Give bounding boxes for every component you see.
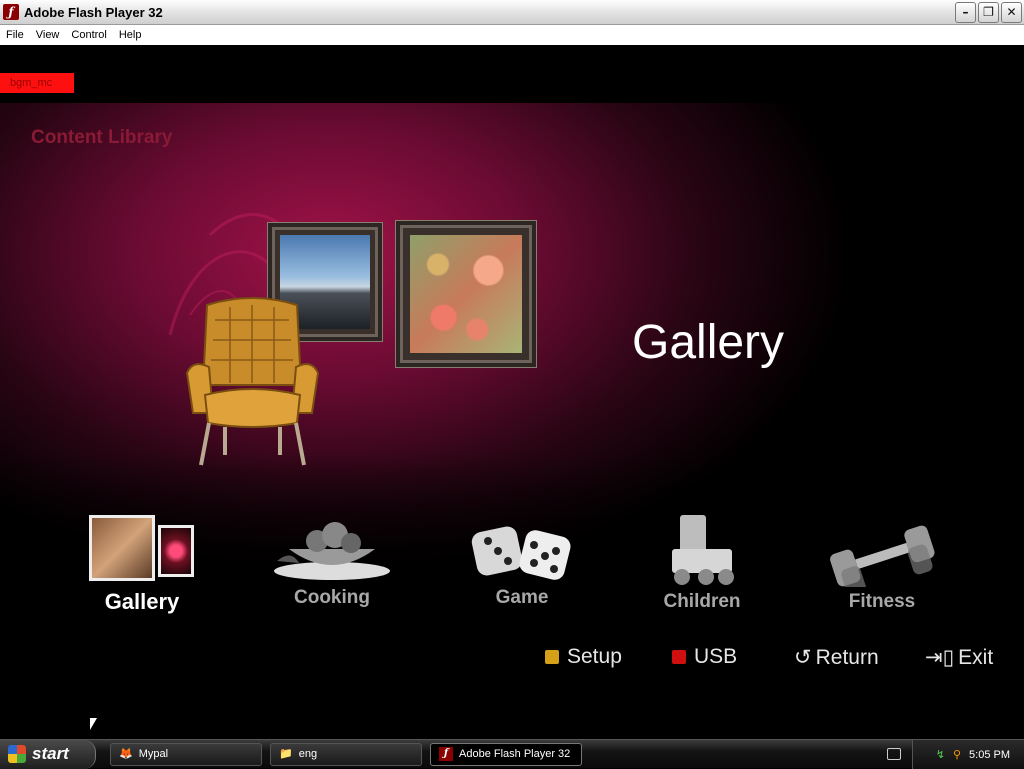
return-label: Return [815, 645, 879, 669]
mouse-cursor-icon [90, 718, 97, 730]
flash-content-area[interactable]: bgm_mc Content Library Gallery Gallery C… [0, 45, 1024, 739]
exit-button[interactable]: ⇥▯ Exit [925, 645, 993, 670]
menu-help[interactable]: Help [113, 29, 148, 41]
dumbbell-icon [830, 525, 935, 587]
start-button[interactable]: start [0, 739, 96, 769]
task-label: eng [298, 747, 318, 760]
usb-button[interactable]: USB [672, 645, 737, 669]
browser-icon: 🦊 [119, 747, 133, 760]
setup-label: Setup [567, 645, 622, 668]
menu-item-game[interactable]: Game [442, 523, 602, 609]
return-icon: ↺ [794, 646, 812, 669]
taskbar-item-mypal[interactable]: 🦊 Mypal [110, 742, 262, 766]
title-bar: ƒ Adobe Flash Player 32 – ❐ ✕ [0, 0, 1024, 25]
restore-button[interactable]: ❐ [978, 2, 999, 23]
task-label: Mypal [138, 747, 169, 760]
return-button[interactable]: ↺ Return [794, 645, 879, 670]
selected-category-title: Gallery [632, 316, 785, 369]
cooking-bowl-icon [274, 522, 390, 580]
keyboard-icon[interactable] [887, 748, 901, 760]
yellow-key-icon [545, 650, 559, 664]
dice-icon [471, 526, 571, 580]
menu-item-label: Gallery [104, 589, 180, 614]
menu-control[interactable]: Control [65, 29, 112, 41]
flash-app-icon: ƒ [439, 747, 453, 761]
minimize-button[interactable]: – [955, 2, 976, 23]
gallery-frames-icon [62, 515, 222, 585]
flowers-picture-frame [396, 221, 536, 367]
close-button[interactable]: ✕ [1001, 2, 1022, 23]
setup-button[interactable]: Setup [545, 645, 622, 669]
menu-item-label: Game [495, 587, 549, 608]
menu-item-cooking[interactable]: Cooking [252, 513, 412, 609]
exit-label: Exit [958, 645, 994, 669]
menu-file[interactable]: File [0, 29, 30, 41]
start-label: start [32, 744, 69, 763]
flash-app-icon: ƒ [3, 4, 19, 20]
network-icon[interactable]: ↯ [936, 748, 945, 761]
task-label: Adobe Flash Player 32 [459, 747, 571, 760]
windows-logo-icon [8, 745, 26, 763]
menu-item-gallery[interactable]: Gallery [62, 515, 222, 615]
toy-train-icon [672, 515, 734, 585]
red-key-icon [672, 650, 686, 664]
system-tray: ↯ ⚲ 5:05 PM [912, 740, 1024, 769]
taskbar-item-flash-player[interactable]: ƒ Adobe Flash Player 32 [430, 742, 582, 766]
exit-icon: ⇥▯ [925, 646, 955, 669]
usb-label: USB [694, 645, 738, 668]
menu-item-label: Fitness [848, 591, 916, 612]
menu-item-children[interactable]: Children [622, 511, 782, 613]
search-icon[interactable]: ⚲ [953, 748, 961, 761]
debug-label: bgm_mc [0, 73, 74, 93]
menu-bar: File View Control Help [0, 25, 1024, 45]
taskbar-item-eng[interactable]: 📁 eng [270, 742, 422, 766]
menu-item-fitness[interactable]: Fitness [802, 523, 962, 613]
menu-item-label: Children [663, 591, 741, 612]
window-title: Adobe Flash Player 32 [24, 4, 163, 20]
content-library-title: Content Library [31, 127, 173, 148]
taskbar: start 🦊 Mypal 📁 eng ƒ Adobe Flash Player… [0, 739, 1024, 769]
clock[interactable]: 5:05 PM [969, 749, 1010, 761]
armchair-illustration [185, 297, 320, 466]
menu-item-label: Cooking [294, 587, 370, 608]
menu-view[interactable]: View [30, 29, 66, 41]
folder-icon: 📁 [279, 747, 293, 760]
